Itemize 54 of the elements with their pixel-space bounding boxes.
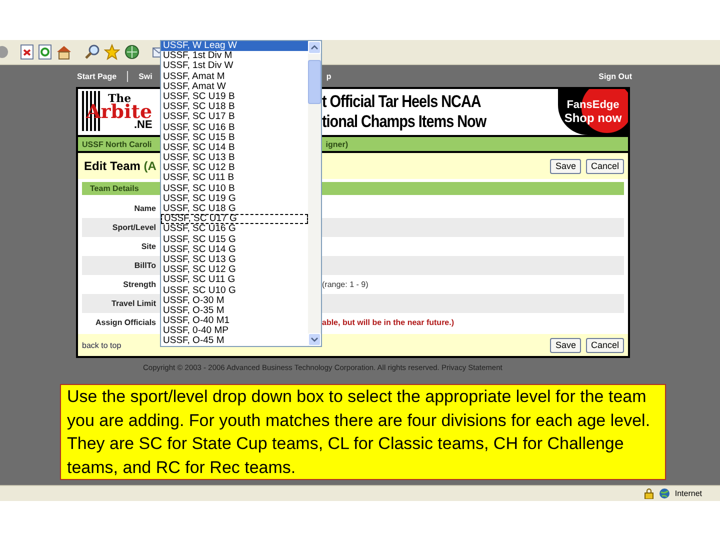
- dropdown-option[interactable]: USSF, O-30 M: [161, 296, 308, 306]
- field-note: able, but will be in the near future.): [322, 318, 454, 327]
- page-title: Edit Team (A: [84, 159, 156, 173]
- field-label: Assign Officials: [94, 318, 156, 327]
- form-button[interactable]: Save: [550, 338, 581, 352]
- dropdown-option[interactable]: USSF, 1st Div M: [161, 51, 308, 62]
- dropdown-option[interactable]: USSF, W Leag W: [161, 41, 308, 52]
- dropdown-option[interactable]: USSF, Amat W: [161, 82, 308, 92]
- dropdown-option[interactable]: USSF, SC U17 B: [161, 112, 308, 122]
- nav-link[interactable]: Swi: [138, 72, 152, 80]
- association-name: USSF North Caroli: [82, 140, 152, 148]
- dropdown-option[interactable]: USSF, SC U18 B: [161, 102, 308, 112]
- field-label: Name: [133, 204, 156, 213]
- callout-box: Use the sport/level drop down box to select the appropriate level for the team you are adding. For youth matches there are four divisions for each age level. They are SC for State Cup teams, CL for Classic teams, CH for Challenge teams, and RC for Rec teams.: [60, 384, 666, 480]
- dropdown-option[interactable]: USSF, 1st Div W: [161, 61, 308, 72]
- dropdown-option[interactable]: USSF, SC U19 B: [161, 92, 308, 102]
- dropdown-option[interactable]: USSF, SC U14 B: [161, 142, 308, 154]
- back-to-top-link[interactable]: back to top: [82, 340, 122, 350]
- form-button[interactable]: Save: [550, 158, 581, 174]
- dropdown-option[interactable]: USSF, SC U10 G: [161, 286, 308, 296]
- nav-link[interactable]: Start Page: [77, 72, 117, 80]
- dropdown-option[interactable]: USSF, SC U13 G: [161, 254, 308, 266]
- dropdown-option[interactable]: USSF, SC U13 B: [161, 153, 308, 164]
- dropdown-option[interactable]: USSF, SC U16 B: [161, 122, 308, 133]
- zone-label: Internet: [674, 489, 702, 498]
- field-label: BillTo: [133, 261, 156, 270]
- dropdown-option[interactable]: USSF, SC U18 G: [161, 204, 308, 214]
- dropdown-option[interactable]: USSF, SC U15 G: [161, 234, 308, 245]
- dropdown-option[interactable]: USSF, SC U12 B: [161, 163, 308, 174]
- header-text: igner): [326, 140, 348, 148]
- dropdown-option[interactable]: USSF, Amat M: [161, 72, 308, 82]
- dropdown-option[interactable]: USSF, O-45 M: [161, 336, 308, 346]
- form-button[interactable]: Cancel: [586, 158, 624, 174]
- ad-headline[interactable]: tional Champs Items Now: [322, 112, 486, 132]
- field-note: (range: 1 - 9): [322, 280, 368, 289]
- dropdown-option[interactable]: USSF, SC U16 G: [161, 224, 308, 235]
- dropdown-option[interactable]: USSF, SC U10 B: [161, 184, 308, 194]
- dropdown-option[interactable]: USSF, SC U12 G: [161, 265, 308, 276]
- field-label: Strength: [122, 280, 156, 289]
- dropdown-option[interactable]: USSF, SC U15 B: [161, 132, 308, 143]
- form-button[interactable]: Cancel: [586, 338, 624, 352]
- ad-headline[interactable]: t Official Tar Heels NCAA: [322, 92, 486, 112]
- dropdown-option[interactable]: USSF, SC U19 G: [161, 194, 308, 204]
- field-label: Travel Limit: [110, 299, 156, 308]
- dropdown-option[interactable]: USSF, O-40 M1: [161, 316, 308, 326]
- dropdown-option[interactable]: USSF, SC U11 B: [161, 173, 308, 184]
- dropdown-option[interactable]: USSF, SC U14 G: [161, 244, 308, 255]
- field-label: Site: [140, 242, 156, 251]
- sign-out-link[interactable]: Sign Out: [598, 72, 632, 80]
- field-label: Sport/Level: [111, 223, 156, 232]
- dropdown-option[interactable]: USSF, SC U11 G: [161, 275, 308, 286]
- dropdown-option[interactable]: USSF, 0-40 MP: [161, 326, 308, 336]
- dropdown-option[interactable]: USSF, O-35 M: [161, 306, 308, 316]
- nav-link[interactable]: p: [326, 72, 332, 80]
